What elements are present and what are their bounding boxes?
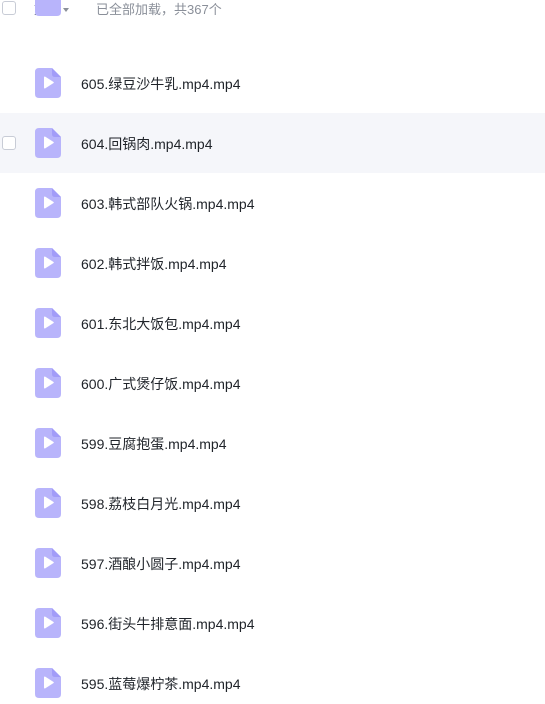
file-row[interactable]: 595.蓝莓爆柠茶.mp4.mp4 bbox=[0, 653, 545, 704]
file-row[interactable]: 600.广式煲仔饭.mp4.mp4 bbox=[0, 353, 545, 413]
file-row[interactable]: 605.绿豆沙牛乳.mp4.mp4 bbox=[0, 53, 545, 113]
video-file-icon bbox=[35, 548, 61, 578]
file-row[interactable]: 602.韩式拌饭.mp4.mp4 bbox=[0, 233, 545, 293]
file-name[interactable]: 602.韩式拌饭.mp4.mp4 bbox=[81, 254, 227, 274]
video-file-icon bbox=[35, 488, 61, 518]
file-row[interactable]: 603.韩式部队火锅.mp4.mp4 bbox=[0, 173, 545, 233]
video-file-icon bbox=[35, 68, 61, 98]
file-name[interactable]: 595.蓝莓爆柠茶.mp4.mp4 bbox=[81, 674, 241, 694]
file-name[interactable]: 605.绿豆沙牛乳.mp4.mp4 bbox=[81, 74, 241, 94]
file-row[interactable]: 598.荔枝白月光.mp4.mp4 bbox=[0, 473, 545, 533]
video-file-icon bbox=[35, 428, 61, 458]
file-name[interactable]: 596.街头牛排意面.mp4.mp4 bbox=[81, 614, 255, 634]
video-file-icon bbox=[35, 128, 61, 158]
file-name[interactable]: 601.东北大饭包.mp4.mp4 bbox=[81, 314, 241, 334]
file-row[interactable]: 597.酒酿小圆子.mp4.mp4 bbox=[0, 533, 545, 593]
video-file-icon bbox=[35, 368, 61, 398]
video-file-icon bbox=[35, 308, 61, 338]
file-row[interactable]: 604.回锅肉.mp4.mp4 bbox=[0, 113, 545, 173]
file-name[interactable]: 603.韩式部队火锅.mp4.mp4 bbox=[81, 194, 255, 214]
video-file-icon bbox=[35, 188, 61, 218]
video-file-icon bbox=[35, 248, 61, 278]
video-file-icon bbox=[35, 668, 61, 698]
file-row[interactable]: 601.东北大饭包.mp4.mp4 bbox=[0, 293, 545, 353]
file-name[interactable]: 599.豆腐抱蛋.mp4.mp4 bbox=[81, 434, 227, 454]
select-all-checkbox[interactable] bbox=[2, 1, 16, 15]
row-checkbox[interactable] bbox=[2, 136, 16, 150]
video-file-icon bbox=[35, 0, 61, 16]
file-name[interactable]: 604.回锅肉.mp4.mp4 bbox=[81, 134, 213, 154]
file-list-page: 文件 已全部加载，共367个 605.绿豆沙牛乳.mp4.mp4 604.回锅肉.… bbox=[0, 0, 545, 704]
loaded-count-text: 已全部加载，共367个 bbox=[96, 2, 222, 17]
list-header: 文件 已全部加载，共367个 bbox=[0, 0, 545, 22]
caret-down-icon bbox=[63, 7, 70, 12]
file-name[interactable]: 598.荔枝白月光.mp4.mp4 bbox=[81, 494, 241, 514]
file-name[interactable]: 600.广式煲仔饭.mp4.mp4 bbox=[81, 374, 241, 394]
video-file-icon bbox=[35, 608, 61, 638]
file-row[interactable]: 599.豆腐抱蛋.mp4.mp4 bbox=[0, 413, 545, 473]
file-row[interactable]: 596.街头牛排意面.mp4.mp4 bbox=[0, 593, 545, 653]
file-name[interactable]: 597.酒酿小圆子.mp4.mp4 bbox=[81, 554, 241, 574]
